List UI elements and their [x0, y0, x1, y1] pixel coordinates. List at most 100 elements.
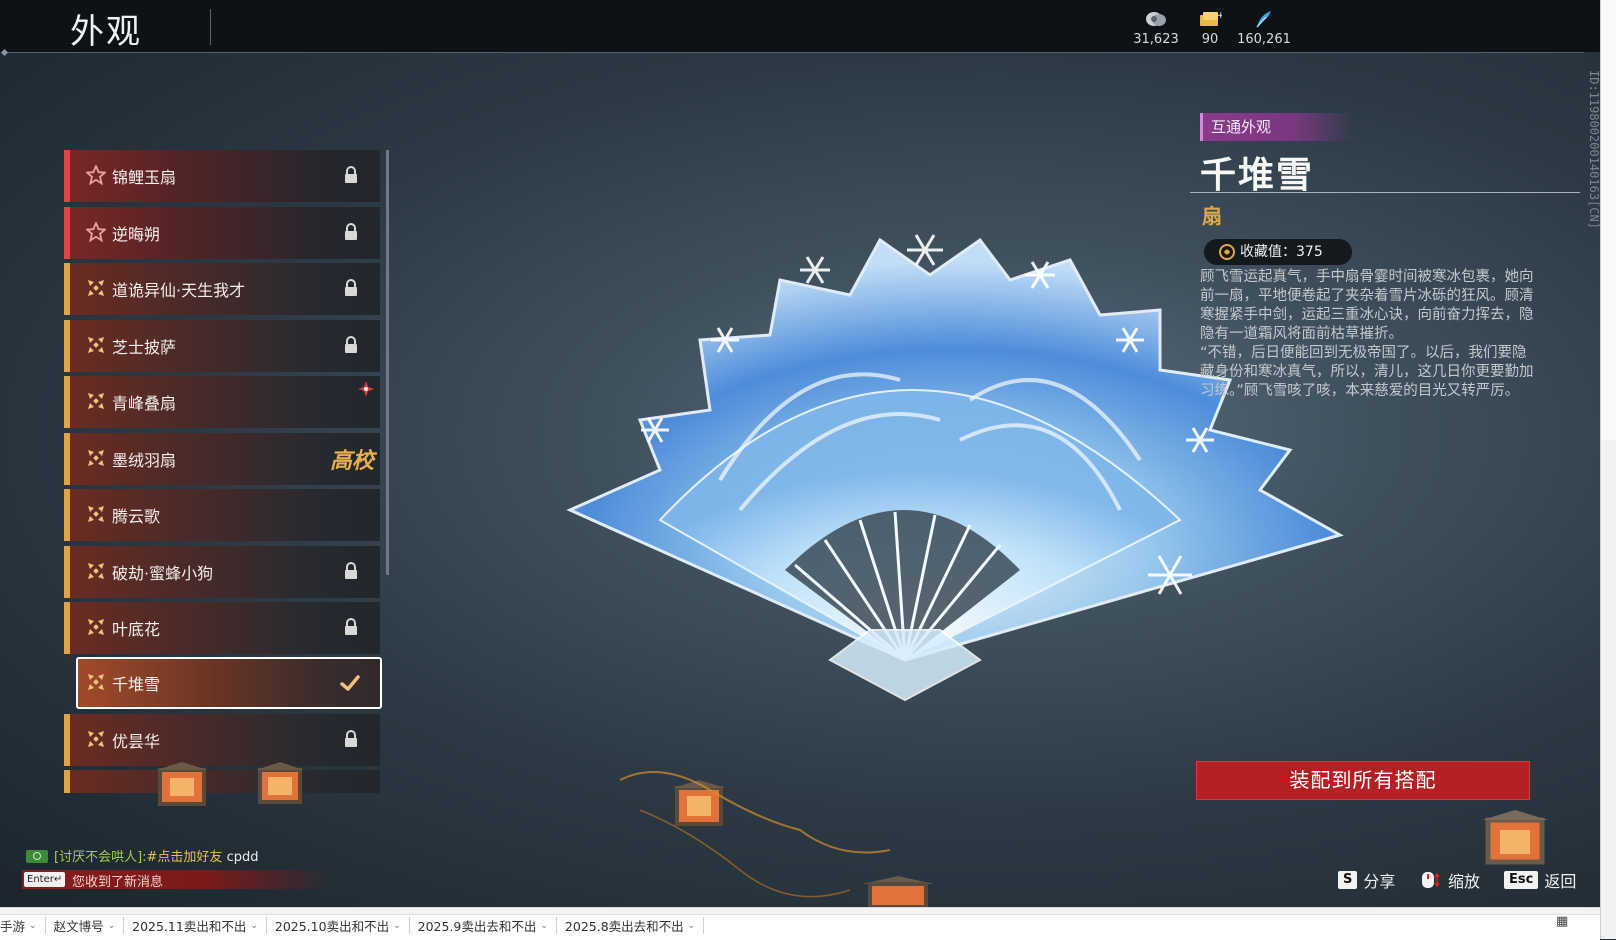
school-badge: 高校	[329, 448, 374, 474]
cross-icon	[88, 674, 104, 690]
background-window-edge	[1600, 0, 1616, 939]
esc-key: Esc	[1504, 871, 1539, 889]
item-label: 破劫·蜜蜂小狗	[112, 564, 214, 583]
list-scrollbar[interactable]	[386, 150, 389, 575]
spreadsheet-tab-bar: 手游 ⌄ 赵文博号 ⌄ 2025.11卖出和不出 ⌄ 2025.10卖出和不出 ⌄ 20…	[0, 907, 1600, 940]
jade-amount: 160,261	[1237, 32, 1291, 47]
lantern-decoration	[156, 762, 208, 806]
item-description: 顾飞雪运起真气，手中扇骨霎时间被寒冰包裹，她向前一扇，平地便卷起了夹杂着雪片冰砾…	[1200, 269, 1534, 399]
list-item[interactable]: 墨绒羽扇 高校	[64, 433, 380, 485]
sheet-tab-label: 2025.8卖出去和不出	[564, 919, 684, 934]
game-viewport: 外观 31,623 + 90 160,261 锦鲤玉扇 逆晦朔 道诡异仙·天生我…	[0, 0, 1600, 907]
item-label: 青峰叠扇	[112, 394, 177, 413]
list-item[interactable]: 锦鲤玉扇	[64, 150, 380, 202]
check-icon	[340, 675, 360, 691]
enter-key-hint: Enter↵	[24, 872, 66, 887]
lock-icon	[345, 223, 357, 240]
list-item[interactable]: 腾云歌	[64, 489, 380, 541]
cross-icon	[88, 337, 104, 353]
grid-view-icon[interactable]: ▦	[1556, 914, 1570, 929]
lock-icon	[345, 166, 357, 183]
share-label: 分享	[1363, 872, 1396, 891]
item-label: 墨绒羽扇	[112, 451, 177, 470]
chevron-down-icon: ⌄	[687, 920, 696, 931]
s-key: S	[1338, 871, 1358, 889]
chevron-down-icon: ⌄	[393, 920, 401, 931]
cross-icon	[88, 731, 104, 747]
item-label: 锦鲤玉扇	[112, 168, 177, 187]
lock-icon	[345, 279, 357, 296]
item-label: 千堆雪	[112, 675, 161, 694]
chevron-down-icon: ⌄	[107, 920, 116, 931]
sheet-tab-label: 2025.11卖出和不出	[132, 919, 247, 934]
currency-jade[interactable]: 160,261	[1229, 8, 1299, 47]
back-hint[interactable]: Esc 返回	[1504, 869, 1576, 891]
sheet-tab[interactable]: 2025.10卖出和不出 ⌄	[267, 917, 410, 934]
cross-icon	[88, 450, 104, 466]
item-label: 逆晦朔	[112, 225, 161, 244]
collection-value-text: 收藏值：375	[1240, 244, 1323, 260]
item-label: 优昙华	[112, 732, 161, 751]
sheet-tab-label: 2025.9卖出去和不出	[417, 919, 537, 934]
item-name: 千堆雪	[1200, 155, 1315, 196]
lock-icon	[345, 562, 357, 579]
cross-icon	[88, 506, 104, 522]
cross-icon	[88, 280, 104, 296]
list-item[interactable]: 优昙华	[64, 714, 380, 766]
sheet-tab[interactable]: 2025.9卖出去和不出 ⌄	[410, 917, 557, 934]
zoom-hint[interactable]: 缩放	[1420, 869, 1480, 891]
lantern-decoration	[1482, 810, 1548, 865]
page-title: 外观	[70, 12, 142, 52]
jade-feather-icon	[1229, 8, 1299, 30]
list-item[interactable]: 破劫·蜜蜂小狗	[64, 546, 380, 598]
cross-icon	[88, 393, 104, 409]
name-divider	[1190, 192, 1580, 193]
top-divider	[4, 52, 1584, 53]
item-label: 道诡异仙·天生我才	[112, 281, 246, 300]
chevron-down-icon: ⌄	[540, 920, 548, 931]
sheet-tab[interactable]: 2025.11卖出和不出 ⌄	[124, 917, 267, 934]
chat-message[interactable]: [讨厌不会哄人]:#点击加好友 cpdd	[26, 846, 258, 865]
zoom-label: 缩放	[1448, 872, 1481, 891]
collection-icon	[1219, 244, 1235, 260]
item-label: 芝士披萨	[112, 338, 177, 357]
list-item[interactable]: 逆晦朔	[64, 207, 380, 259]
list-item[interactable]: 青峰叠扇	[64, 376, 380, 428]
list-item-selected[interactable]: 千堆雪	[76, 657, 382, 709]
chat-sender: [讨厌不会哄人]:	[54, 850, 147, 865]
star-icon	[86, 165, 106, 185]
share-hint[interactable]: S 分享	[1338, 869, 1395, 891]
cross-icon	[88, 563, 104, 579]
chat-tail: cpdd	[222, 850, 259, 865]
svg-text:+: +	[1217, 11, 1222, 21]
chat-text: #点击加好友	[146, 850, 223, 865]
list-item-partial[interactable]	[64, 770, 380, 793]
world-channel-icon	[26, 850, 48, 863]
sheet-tab[interactable]: 手游 ⌄	[0, 917, 46, 934]
chevron-down-icon: ⌄	[250, 920, 258, 931]
list-item[interactable]: 道诡异仙·天生我才	[64, 263, 380, 315]
lock-icon	[345, 730, 357, 747]
sheet-tab-label: 2025.10卖出和不出	[274, 919, 390, 934]
chevron-down-icon: ⌄	[29, 920, 37, 931]
outfit-list[interactable]: 锦鲤玉扇 逆晦朔 道诡异仙·天生我才 芝士披萨 青峰叠扇 墨绒羽扇 高校 腾云歌…	[64, 148, 388, 793]
list-item[interactable]: 芝士披萨	[64, 320, 380, 372]
player-id: ID:1198002001401​63[CN]	[1587, 70, 1600, 229]
sheet-tab[interactable]: 2025.8卖出去和不出 ⌄	[557, 917, 705, 934]
new-message-text: 您收到了新消息	[72, 875, 164, 890]
item-type: 扇	[1202, 204, 1222, 228]
top-bar	[0, 0, 1600, 52]
back-label: 返回	[1544, 872, 1577, 891]
sheet-tab[interactable]: 赵文博号 ⌄	[46, 917, 125, 934]
item-label: 叶底花	[112, 620, 161, 639]
list-item[interactable]: 叶底花	[64, 602, 380, 654]
shared-outfit-tag: 互通外观	[1200, 113, 1353, 141]
sheet-tab-label: 赵文博号	[53, 919, 104, 934]
star-icon	[86, 222, 106, 242]
equip-all-button[interactable]: 装配到所有搭配	[1196, 761, 1530, 800]
new-message-notice[interactable]: Enter↵ 您收到了新消息	[22, 870, 332, 890]
cross-icon	[88, 619, 104, 635]
collection-value: 收藏值：375	[1204, 239, 1352, 265]
title-separator	[210, 9, 211, 45]
lock-icon	[345, 618, 357, 635]
